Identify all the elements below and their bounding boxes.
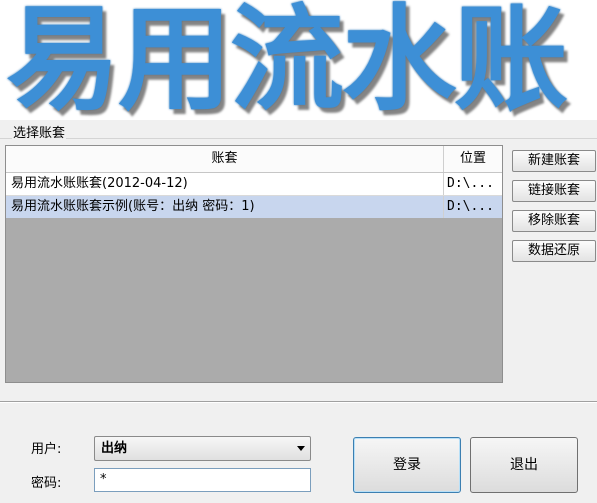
divider-highlight <box>0 402 597 403</box>
chevron-down-icon[interactable] <box>297 446 305 451</box>
link-account-button[interactable]: 链接账套 <box>512 180 596 202</box>
group-border <box>0 138 597 139</box>
banner-title: 易用流水账 <box>6 0 568 120</box>
table-row-selected[interactable]: 易用流水账账套示例(账号：出纳 密码：1) D:\... <box>6 196 502 218</box>
account-location-cell: D:\... <box>447 199 494 214</box>
user-select-value: 出纳 <box>101 441 128 456</box>
account-table[interactable]: 账套 位置 易用流水账账套(2012-04-12) D:\... 易用流水账账套… <box>5 145 503 383</box>
account-name-cell: 易用流水账账套(2012-04-12) <box>6 173 444 195</box>
table-header: 账套 位置 <box>6 146 502 173</box>
new-account-button[interactable]: 新建账套 <box>512 150 596 172</box>
user-label: 用户: <box>31 442 62 457</box>
account-name-cell: 易用流水账账套示例(账号：出纳 密码：1) <box>6 196 444 218</box>
password-field[interactable]: * <box>94 468 311 492</box>
column-header-location[interactable]: 位置 <box>444 146 502 172</box>
column-header-account[interactable]: 账套 <box>6 146 444 172</box>
login-button[interactable]: 登录 <box>353 437 461 493</box>
account-location-cell: D:\... <box>447 176 494 191</box>
remove-account-button[interactable]: 移除账套 <box>512 210 596 232</box>
account-group-label: 选择账套 <box>12 122 67 141</box>
user-select[interactable]: 出纳 <box>94 436 311 461</box>
exit-button[interactable]: 退出 <box>470 437 578 493</box>
banner: 易用流水账 <box>0 0 597 120</box>
password-label: 密码: <box>31 476 62 491</box>
restore-data-button[interactable]: 数据还原 <box>512 240 596 262</box>
table-row[interactable]: 易用流水账账套(2012-04-12) D:\... <box>6 173 502 196</box>
